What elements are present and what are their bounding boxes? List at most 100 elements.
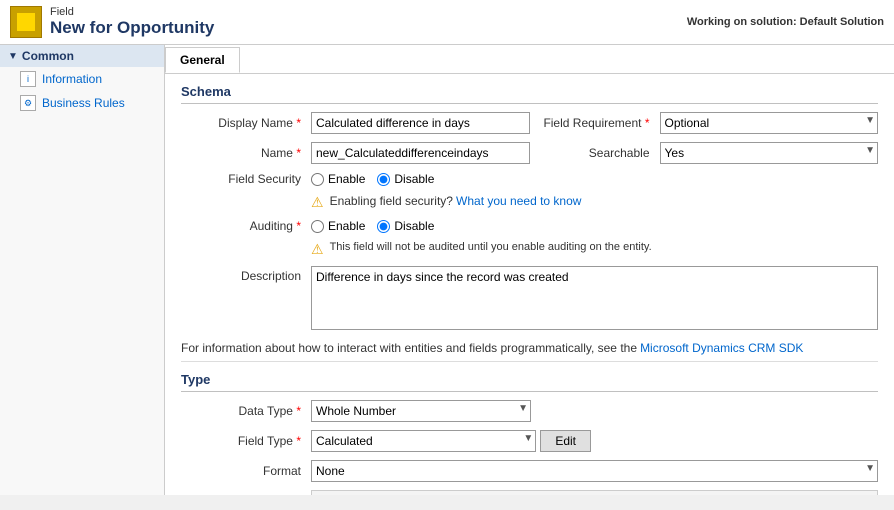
auditing-warning-text: This field will not be audited until you… (330, 241, 652, 253)
header-subtitle: Field (50, 6, 214, 18)
field-security-enable-label[interactable]: Enable (311, 172, 365, 186)
entity-icon-inner (16, 12, 36, 32)
auditing-required: * (296, 219, 301, 233)
field-requirement-select[interactable]: Optional Business Required Business Reco… (660, 112, 879, 134)
min-value-row: Minimum Value * -2,147,483,648 (181, 490, 878, 495)
field-requirement-right: Field Requirement * Optional Business Re… (530, 112, 879, 134)
sidebar: ▼ Common i Information ⚙ Business Rules (0, 45, 165, 495)
field-security-field: Enable Disable (311, 172, 878, 186)
tab-general[interactable]: General (165, 47, 240, 73)
field-type-select-wrapper: Calculated Simple Rollup ▼ (311, 430, 536, 452)
sidebar-arrow-icon: ▼ (8, 51, 18, 62)
display-name-field (311, 112, 530, 134)
field-requirement-select-wrapper: Optional Business Required Business Reco… (660, 112, 879, 134)
display-name-required: * (296, 116, 301, 130)
display-name-row: Display Name * Field Requirement * (181, 112, 878, 134)
what-you-need-link[interactable]: What you need to know (456, 194, 581, 208)
display-name-left: Display Name * (181, 112, 530, 134)
name-label: Name * (181, 146, 311, 160)
auditing-radio-group: Enable Disable (311, 219, 878, 233)
data-type-label: Data Type * (181, 404, 311, 418)
min-value-label: Minimum Value * (181, 494, 311, 495)
field-requirement-label: Field Requirement * (530, 116, 660, 130)
name-required: * (296, 146, 301, 160)
searchable-label: Searchable (530, 146, 660, 160)
entity-icon (10, 6, 42, 38)
field-type-required: * (296, 434, 301, 448)
type-section-title: Type (181, 372, 878, 392)
format-select-wrapper: None Duration Time Zone Language ▼ (311, 460, 878, 482)
information-icon: i (20, 71, 36, 87)
name-row: Name * Searchable Yes (181, 142, 878, 164)
description-textarea[interactable]: Difference in days since the record was … (311, 266, 878, 330)
display-name-label: Display Name * (181, 116, 311, 130)
field-requirement-field: Optional Business Required Business Reco… (660, 112, 879, 134)
min-value-display: -2,147,483,648 (311, 490, 878, 495)
data-type-field: Whole Number Single Line of Text Multipl… (311, 400, 878, 422)
field-type-row: Field Type * Calculated Simple Rollup ▼ (181, 430, 878, 452)
data-type-required: * (296, 404, 301, 418)
min-value-required: * (296, 494, 301, 495)
name-left: Name * (181, 142, 530, 164)
auditing-enable-label[interactable]: Enable (311, 219, 365, 233)
info-text-row: For information about how to interact wi… (181, 341, 878, 362)
field-security-warning-text: Enabling field security? What you need t… (330, 194, 582, 208)
schema-section-title: Schema (181, 84, 878, 104)
main-layout: ▼ Common i Information ⚙ Business Rules … (0, 45, 894, 495)
min-value-field: -2,147,483,648 (311, 490, 878, 495)
field-security-enable-radio[interactable] (311, 173, 324, 186)
auditing-field: Enable Disable (311, 219, 878, 233)
field-type-select[interactable]: Calculated Simple Rollup (311, 430, 536, 452)
header-left: Field New for Opportunity (10, 6, 214, 38)
sidebar-item-business-rules-label: Business Rules (42, 96, 125, 110)
sidebar-item-information[interactable]: i Information (0, 67, 164, 91)
sidebar-item-business-rules[interactable]: ⚙ Business Rules (0, 91, 164, 115)
field-security-label: Field Security (181, 172, 311, 186)
field-type-controls: Calculated Simple Rollup ▼ Edit (311, 430, 591, 452)
auditing-row: Auditing * Enable Disable (181, 219, 878, 233)
display-name-input[interactable] (311, 112, 530, 134)
auditing-warning-row: ⚠ This field will not be audited until y… (181, 241, 878, 258)
field-security-disable-label[interactable]: Disable (377, 172, 434, 186)
searchable-select[interactable]: Yes No (660, 142, 879, 164)
searchable-select-wrapper: Yes No ▼ (660, 142, 879, 164)
description-field: Difference in days since the record was … (311, 266, 878, 333)
working-on-label: Working on solution: Default Solution (687, 16, 884, 28)
field-security-row: Field Security Enable Disable (181, 172, 878, 186)
data-type-select[interactable]: Whole Number Single Line of Text Multipl… (311, 400, 531, 422)
sidebar-section-label: Common (22, 49, 74, 63)
field-type-field: Calculated Simple Rollup ▼ Edit (311, 430, 878, 452)
field-security-disable-radio[interactable] (377, 173, 390, 186)
searchable-field: Yes No ▼ (660, 142, 879, 164)
auditing-disable-label[interactable]: Disable (377, 219, 434, 233)
auditing-disable-radio[interactable] (377, 220, 390, 233)
description-row: Description Difference in days since the… (181, 266, 878, 333)
edit-button[interactable]: Edit (540, 430, 591, 452)
name-input[interactable] (311, 142, 530, 164)
format-field: None Duration Time Zone Language ▼ (311, 460, 878, 482)
data-type-row: Data Type * Whole Number Single Line of … (181, 400, 878, 422)
form-content: Schema Display Name * Field Requirement (165, 74, 894, 495)
sidebar-section-common[interactable]: ▼ Common (0, 45, 164, 67)
auditing-warning-icon: ⚠ (311, 241, 324, 258)
header-title-block: Field New for Opportunity (50, 6, 214, 38)
tab-bar: General (165, 45, 894, 74)
searchable-right: Searchable Yes No ▼ (530, 142, 879, 164)
description-label: Description (181, 266, 311, 283)
crm-sdk-link[interactable]: Microsoft Dynamics CRM SDK (640, 341, 803, 355)
auditing-label: Auditing * (181, 219, 311, 233)
field-security-warning-row: ⚠ Enabling field security? What you need… (181, 194, 878, 211)
page-title: New for Opportunity (50, 18, 214, 38)
field-type-label: Field Type * (181, 434, 311, 448)
name-field (311, 142, 530, 164)
page-header: Field New for Opportunity Working on sol… (0, 0, 894, 45)
format-select[interactable]: None Duration Time Zone Language (311, 460, 878, 482)
data-type-select-wrapper: Whole Number Single Line of Text Multipl… (311, 400, 531, 422)
business-rules-icon: ⚙ (20, 95, 36, 111)
field-security-radio-group: Enable Disable (311, 172, 878, 186)
auditing-enable-radio[interactable] (311, 220, 324, 233)
format-label: Format (181, 464, 311, 478)
field-req-required: * (645, 116, 650, 130)
content-area: General Schema Display Name * (165, 45, 894, 495)
format-row: Format None Duration Time Zone Language … (181, 460, 878, 482)
